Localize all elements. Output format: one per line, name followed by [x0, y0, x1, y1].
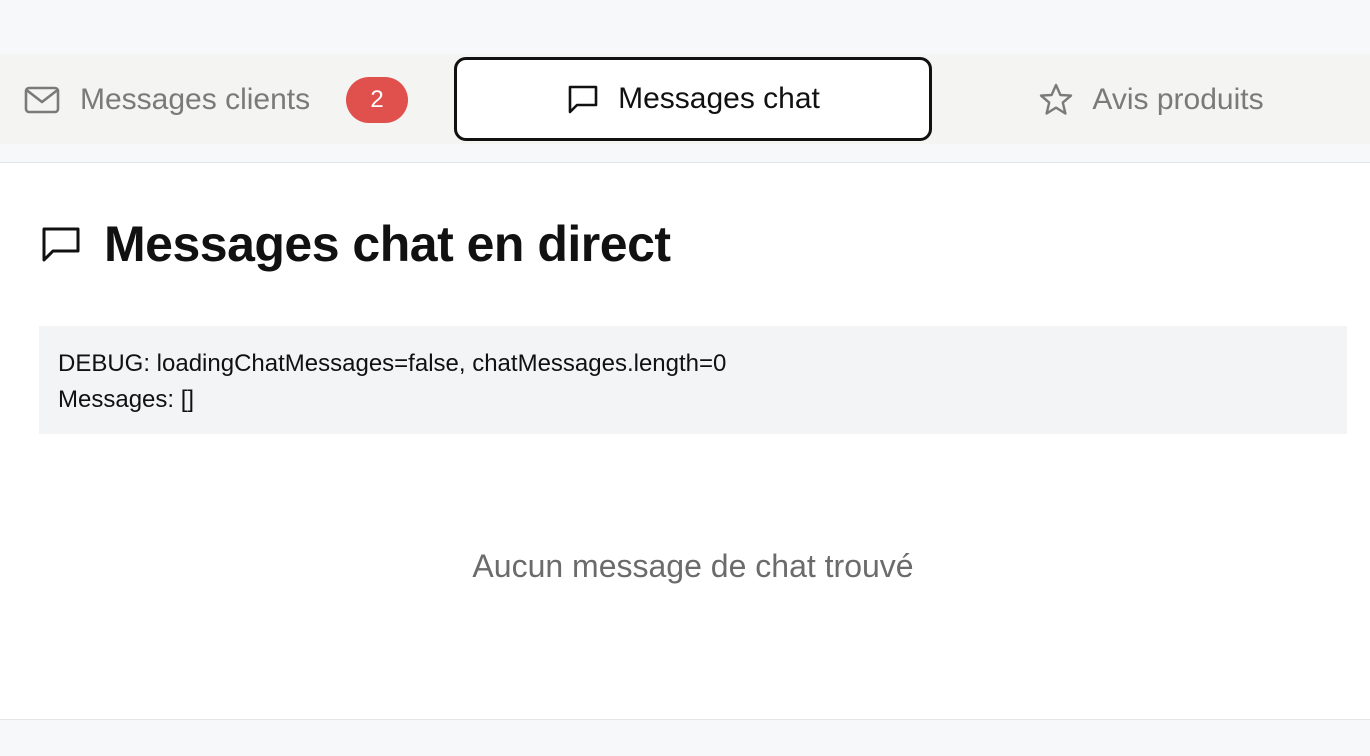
unread-count-badge: 2 — [346, 77, 409, 123]
tab-bar: Messages clients 2 Messages chat Avis pr… — [0, 54, 1370, 144]
tab-messages-clients[interactable]: Messages clients 2 — [24, 58, 444, 142]
empty-state-message: Aucun message de chat trouvé — [472, 548, 914, 584]
tab-messages-chat[interactable]: Messages chat — [454, 57, 932, 141]
top-strip — [0, 0, 1370, 54]
chat-messages-panel: Messages chat en direct DEBUG: loadingCh… — [0, 162, 1370, 720]
mail-icon — [24, 85, 60, 115]
star-icon — [1038, 82, 1074, 118]
tab-label: Messages chat — [618, 82, 820, 115]
message-square-icon — [40, 223, 82, 265]
tab-label: Messages clients — [80, 83, 311, 116]
page: Messages clients 2 Messages chat Avis pr… — [0, 0, 1370, 756]
page-title: Messages chat en direct — [104, 216, 671, 272]
tab-avis-produits[interactable]: Avis produits — [932, 58, 1370, 142]
debug-line: DEBUG: loadingChatMessages=false, chatMe… — [58, 350, 727, 377]
message-square-icon — [566, 82, 600, 116]
tab-label: Avis produits — [1092, 83, 1264, 116]
debug-line: Messages: [] — [58, 386, 195, 413]
debug-info-box: DEBUG: loadingChatMessages=false, chatMe… — [39, 326, 1347, 434]
page-title-row: Messages chat en direct — [40, 215, 671, 273]
